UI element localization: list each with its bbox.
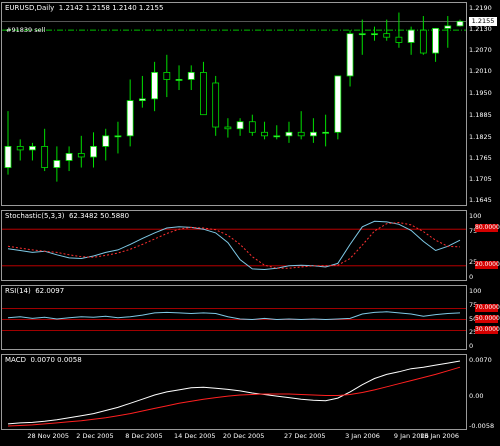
macd-chart[interactable] — [2, 355, 467, 430]
scale-label: 100 — [469, 212, 482, 220]
level-tag: 20.0000 — [475, 260, 500, 269]
time-axis-label: 27 Dec 2005 — [284, 432, 326, 440]
bear-candle — [16, 145, 24, 151]
bull-candle — [4, 145, 12, 168]
bull-candle — [407, 29, 415, 43]
bear-candle — [224, 126, 232, 130]
rsi-header: RSI(14) 62.0097 — [5, 287, 64, 295]
level-tag: 50.0000 — [475, 314, 500, 323]
price-scale-label: 1.1765 — [469, 153, 492, 162]
scale-label: -0.0058 — [469, 422, 495, 430]
bear-candle — [77, 153, 85, 158]
level-tag: 80.0000 — [475, 224, 500, 233]
bull-candle — [456, 20, 464, 27]
price-scale-label: 1.2070 — [469, 46, 492, 55]
bull-candle — [138, 98, 146, 101]
time-axis-label: 3 Jan 2006 — [345, 432, 380, 440]
bull-candle — [53, 160, 61, 168]
price-scale-label: 1.1705 — [469, 174, 492, 183]
rsi-line — [7, 311, 461, 321]
scale-label: 0.0070 — [469, 356, 492, 364]
scale-label: 0 — [469, 342, 474, 350]
price-pane[interactable]: EURUSD,Daily 1.2142 1.2158 1.2140 1.2155… — [1, 2, 467, 206]
bull-candle — [175, 79, 183, 81]
bull-candle — [371, 33, 378, 36]
price-scale-label: 1.1825 — [469, 132, 492, 141]
time-axis-label: 20 Dec 2005 — [222, 432, 265, 440]
macd-values: 0.0070 0.0058 — [30, 356, 82, 364]
macd-line — [7, 360, 461, 425]
price-scale-label: 1.1645 — [469, 196, 492, 204]
level-tag: 30.0000 — [475, 325, 500, 334]
bull-candle — [285, 131, 293, 137]
symbol-header: EURUSD,Daily 1.2142 1.2158 1.2140 1.2155 — [5, 4, 163, 12]
bull-candle — [310, 131, 317, 137]
stochastic-chart[interactable] — [2, 211, 467, 281]
stochastic-label: Stochastic(5,3,3) — [5, 212, 65, 220]
macd-header: MACD 0.0070 0.0058 — [5, 356, 82, 364]
rsi-value: 62.0097 — [35, 287, 65, 295]
macd-signal-line — [7, 366, 461, 427]
bear-candle — [163, 72, 171, 80]
rsi-chart[interactable] — [2, 286, 467, 350]
bull-candle — [346, 33, 354, 77]
price-scale-label: 1.2130 — [469, 25, 492, 34]
stochastic-pane[interactable]: Stochastic(5,3,3) 62.3482 50.5880 — [1, 210, 467, 281]
bull-candle — [334, 75, 342, 133]
stochastic-values: 62.3482 50.5880 — [68, 212, 130, 220]
bear-candle — [248, 121, 256, 133]
bull-candle — [114, 135, 122, 138]
bull-candle — [65, 153, 73, 161]
stochastic-header: Stochastic(5,3,3) 62.3482 50.5880 — [5, 212, 129, 220]
bull-candle — [151, 72, 158, 100]
bear-candle — [261, 131, 268, 137]
bear-candle — [297, 131, 305, 137]
price-scale-label: 1.2190 — [469, 4, 492, 12]
bull-candle — [444, 25, 452, 29]
level-tag: 70.0000 — [475, 303, 500, 312]
bull-candle — [358, 33, 366, 36]
bull-candle — [432, 27, 439, 54]
price-scale-label: 1.1950 — [469, 88, 492, 97]
bear-candle — [212, 82, 220, 128]
order-line-label[interactable]: #91839 sell — [6, 26, 45, 34]
rsi-pane[interactable]: RSI(14) 62.0097 — [1, 285, 467, 350]
stochastic-main-line — [7, 220, 461, 271]
bear-candle — [395, 36, 403, 43]
macd-pane[interactable]: MACD 0.0070 0.0058 — [1, 354, 467, 430]
scale-label: 0 — [469, 273, 474, 281]
rsi-label: RSI(14) — [5, 287, 31, 295]
scale-label: 100 — [469, 287, 482, 295]
bull-candle — [187, 72, 195, 80]
current-price-tag: 1.2155 — [469, 17, 497, 26]
bear-candle — [200, 72, 207, 116]
chart-window[interactable]: EURUSD,Daily 1.2142 1.2158 1.2140 1.2155… — [0, 0, 500, 446]
ohlc-values: 1.2142 1.2158 1.2140 1.2155 — [58, 4, 164, 12]
time-axis-label: 2 Dec 2005 — [76, 432, 114, 440]
time-axis-label: 8 Dec 2005 — [125, 432, 163, 440]
symbol-label: EURUSD,Daily — [5, 4, 55, 12]
bull-candle — [322, 131, 330, 134]
price-scale-label: 1.2010 — [469, 67, 492, 76]
bear-candle — [419, 29, 427, 54]
time-axis-label: 28 Nov 2005 — [27, 432, 70, 440]
scale-label: 0.00 — [469, 392, 484, 401]
bull-candle — [236, 121, 244, 130]
bull-candle — [273, 135, 281, 138]
bull-candle — [102, 135, 110, 147]
bull-candle — [90, 145, 97, 158]
bull-candle — [126, 100, 134, 137]
macd-label: MACD — [5, 356, 26, 364]
bear-candle — [383, 33, 391, 38]
bull-candle — [29, 145, 36, 151]
price-chart[interactable] — [2, 3, 467, 206]
bear-candle — [41, 145, 49, 168]
time-axis-label: 13 Jan 2006 — [420, 432, 459, 440]
price-scale-label: 1.1885 — [469, 111, 492, 120]
time-axis-label: 14 Dec 2005 — [174, 432, 216, 440]
